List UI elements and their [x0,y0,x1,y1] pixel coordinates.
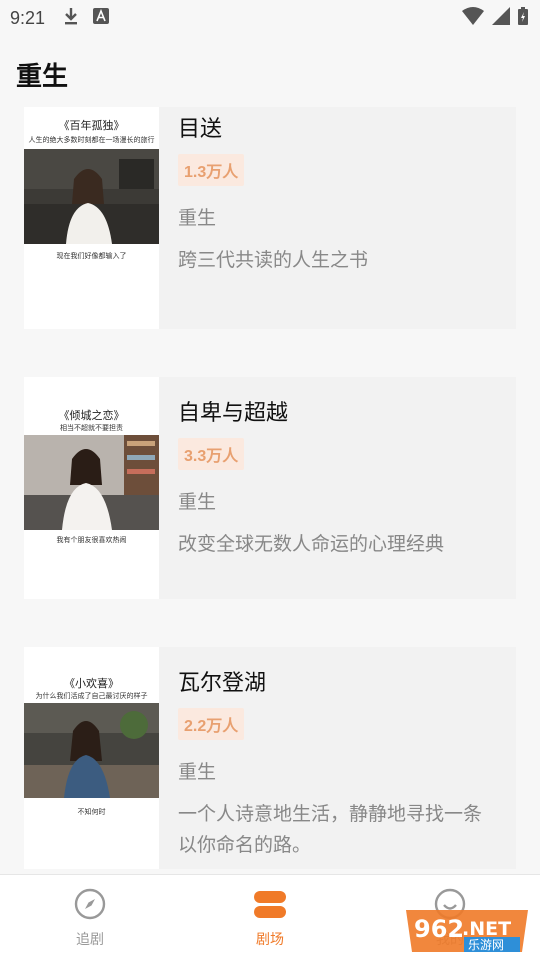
compass-icon [73,887,107,925]
status-bar: 9:21 [0,0,540,36]
cover-photo [24,149,159,244]
item-description: 跨三代共读的人生之书 [178,249,369,271]
item-genre: 重生 [178,761,217,783]
page-title: 重生 [16,62,69,92]
drama-list: 《百年孤独》 人生的绝大多数时刻都在一场漫长的旅行 现在我们好像都输入了 目送 … [24,107,516,917]
cover-photo [24,435,159,530]
cover-subtitle: 人生的绝大多数时刻都在一场漫长的旅行 [28,136,155,144]
item-description: 改变全球无数人命运的心理经典 [178,533,445,555]
cover-image: 《小欢喜》 为什么我们活成了自己最讨厌的样子 不知何时 [24,647,159,869]
cover-image: 《倾城之恋》 相当不超就不要担责 我有个朋友很喜欢热闹 [24,377,159,599]
item-genre: 重生 [178,491,217,513]
app-notification-icon [93,8,110,28]
cover-caption: 现在我们好像都输入了 [56,252,127,260]
tab-theater[interactable]: 剧场 [180,875,360,960]
status-time: 9:21 [10,7,46,28]
tab-follow-label: 追剧 [76,932,104,948]
item-title: 目送 [178,117,223,142]
item-description: 一个人诗意地生活，静静地寻找一条以你命名的路。 [178,803,483,856]
cover-caption: 不知何时 [77,808,106,816]
tab-follow[interactable]: 追剧 [0,875,180,960]
reader-count-badge: 2.2万人 [178,708,245,740]
item-genre: 重生 [178,207,217,229]
watermark-number: 962 [414,915,464,943]
cell-signal-icon [492,7,510,29]
cover-title: 《小欢喜》 [64,677,119,690]
cover-subtitle: 为什么我们活成了自己最讨厌的样子 [35,692,148,700]
item-title: 自卑与超越 [178,401,289,426]
list-item[interactable]: 《倾城之恋》 相当不超就不要担责 我有个朋友很喜欢热闹 自卑与超越 3.3万人 … [24,377,516,599]
watermark-site: 乐游网 [468,938,504,952]
cover-photo [24,703,159,798]
cover-caption: 我有个朋友很喜欢热闹 [56,536,127,544]
tab-theater-label: 剧场 [256,932,284,948]
reader-count-badge: 3.3万人 [178,438,245,470]
battery-icon [518,7,528,29]
reader-count-badge: 1.3万人 [178,154,245,186]
watermark-net: .NET [462,918,511,940]
item-title: 瓦尔登湖 [178,671,267,696]
cover-image: 《百年孤独》 人生的绝大多数时刻都在一场漫长的旅行 现在我们好像都输入了 [24,107,159,329]
cover-subtitle: 相当不超就不要担责 [60,424,123,432]
site-watermark-logo: 962 .NET 乐游网 [402,908,532,954]
list-item[interactable]: 《小欢喜》 为什么我们活成了自己最讨厌的样子 不知何时 瓦尔登湖 2.2万人 重… [24,647,516,869]
theater-icon [253,887,287,925]
wifi-icon [462,7,484,29]
list-item[interactable]: 《百年孤独》 人生的绝大多数时刻都在一场漫长的旅行 现在我们好像都输入了 目送 … [24,107,516,329]
cover-title: 《倾城之恋》 [58,409,125,422]
cover-title: 《百年孤独》 [58,119,125,132]
download-icon [63,6,79,30]
